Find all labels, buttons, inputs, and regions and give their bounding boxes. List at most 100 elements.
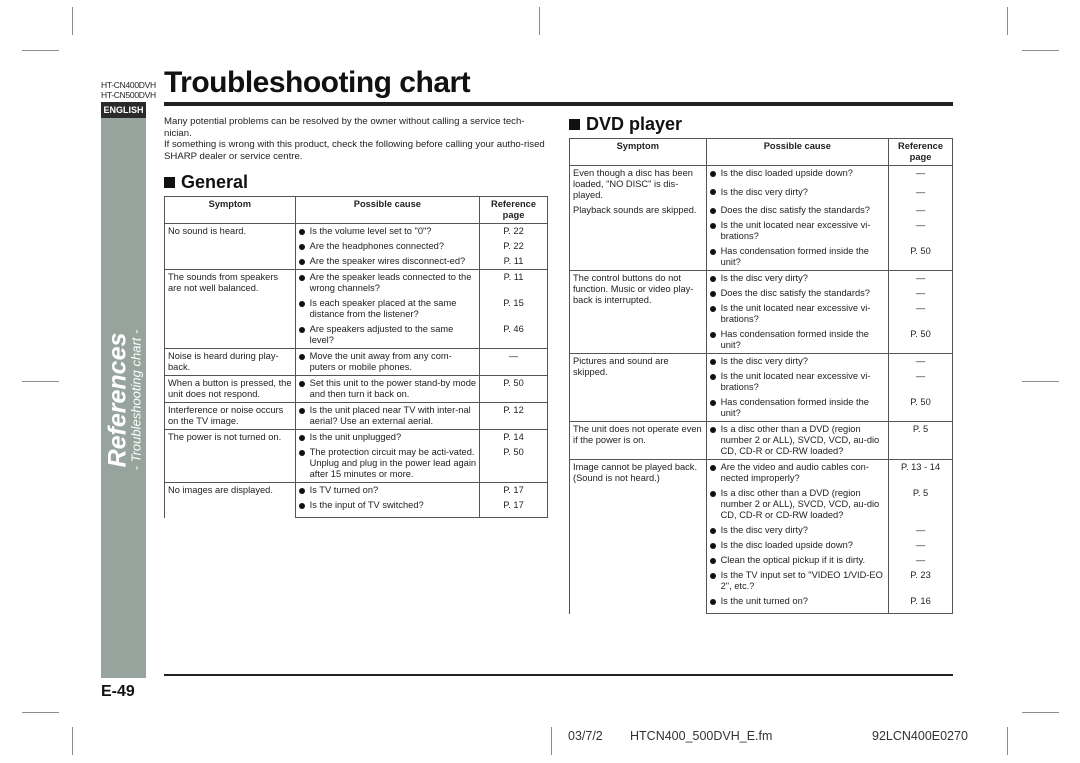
- footer-code: 92LCN400E0270: [872, 729, 968, 743]
- cause-text: Has condensation formed inside the unit?: [720, 329, 869, 350]
- cause-cell: Clean the optical pickup if it is dirty.: [705, 553, 890, 568]
- cause-cell: Is each speaker placed at the same dista…: [294, 296, 481, 322]
- symptom-cell: Noise is heard during play-back.: [164, 348, 296, 376]
- model-name: HT-CN400DVH: [101, 80, 156, 90]
- bullet-icon: [298, 502, 305, 509]
- symptom-cell: No images are displayed.: [164, 482, 296, 518]
- crop-mark: [22, 50, 59, 51]
- page-number: E-49: [101, 683, 135, 700]
- symptom-cell: The power is not turned on.: [164, 429, 296, 483]
- cause-text: Is the unit located near excessive vi-br…: [720, 303, 871, 324]
- table-row: Even though a disc has been loaded, "NO …: [569, 164, 953, 203]
- symptom-cell: Even though a disc has been loaded, "NO …: [569, 165, 707, 203]
- title-rule: [164, 102, 953, 106]
- symptom-cell: When a button is pressed, the unit does …: [164, 375, 296, 403]
- cause-text: Is the unit turned on?: [720, 596, 808, 606]
- general-troubleshooting-table: Symptom Possible cause Reference page No…: [164, 196, 548, 518]
- reference-page-cell: —: [888, 523, 953, 538]
- cause-cell: Has condensation formed inside the unit?: [705, 395, 890, 422]
- cause-text: Is a disc other than a DVD (region numbe…: [720, 488, 880, 520]
- table-row: The unit does not operate even if the po…: [569, 421, 953, 460]
- cause-cell: Are the speaker wires disconnect-ed?: [294, 254, 481, 270]
- reference-page-cell: —: [888, 353, 953, 369]
- cause-text: Does the disc satisfy the standards?: [720, 205, 870, 215]
- bullet-icon: [298, 407, 305, 414]
- footer-rule: [164, 674, 953, 676]
- cause-cell: Is a disc other than a DVD (region numbe…: [705, 486, 890, 523]
- reference-page-cell: —: [888, 218, 953, 244]
- cause-cell: Does the disc satisfy the standards?: [705, 203, 890, 218]
- intro-paragraph: If something is wrong with this product,…: [164, 139, 545, 162]
- reference-page-cell: P. 13 - 14: [888, 459, 953, 486]
- cause-text: Is the unit placed near TV with inter-na…: [309, 405, 471, 426]
- table-row: No images are displayed. Is TV turned on?…: [164, 482, 548, 518]
- dvd-heading-text: DVD player: [586, 114, 683, 134]
- bullet-icon: [709, 305, 716, 312]
- bullet-icon: [709, 572, 716, 579]
- crop-mark: [539, 7, 540, 35]
- cause-text: Move the unit away from any com-puters o…: [309, 351, 452, 372]
- cause-cell: Is the unit located near excessive vi-br…: [705, 218, 890, 244]
- cause-cell: Has condensation formed inside the unit?: [705, 244, 890, 271]
- cause-text: Is TV turned on?: [309, 485, 379, 495]
- bullet-icon: [298, 258, 305, 265]
- reference-page-cell: P. 50: [888, 244, 953, 271]
- cause-text: Clean the optical pickup if it is dirty.: [720, 555, 866, 565]
- symptom-cell: The unit does not operate even if the po…: [569, 421, 707, 460]
- cause-cell: Is the unit located near excessive vi-br…: [705, 369, 890, 395]
- bullet-icon: [709, 222, 716, 229]
- cause-text: Is the disc loaded upside down?: [720, 540, 853, 550]
- reference-page-cell: —: [888, 538, 953, 553]
- cause-cell: Is the disc very dirty?: [705, 184, 890, 203]
- bullet-icon: [709, 542, 716, 549]
- bullet-icon: [298, 487, 305, 494]
- page-title: Troubleshooting chart: [164, 66, 471, 99]
- cause-text: Is the TV input set to "VIDEO 1/VID-EO 2…: [720, 570, 883, 591]
- column-header-reference: Reference page: [479, 196, 548, 224]
- general-heading-text: General: [181, 172, 249, 192]
- bullet-icon: [709, 290, 716, 297]
- cause-cell: Does the disc satisfy the standards?: [705, 286, 890, 301]
- crop-mark: [1022, 712, 1059, 713]
- reference-page-cell: —: [888, 184, 953, 203]
- table-row: Noise is heard during play-back. Move the…: [164, 348, 548, 376]
- bullet-icon: [709, 248, 716, 255]
- cause-cell: Is the TV input set to "VIDEO 1/VID-EO 2…: [705, 568, 890, 594]
- general-heading: General: [164, 172, 248, 193]
- reference-page-cell: P. 22: [479, 239, 548, 254]
- bullet-icon: [709, 426, 716, 433]
- bullet-icon: [709, 189, 716, 196]
- cause-text: Is the unit located near excessive vi-br…: [720, 371, 871, 392]
- bullet-icon: [298, 434, 305, 441]
- table-row: Playback sounds are skipped. Does the dis…: [569, 203, 953, 271]
- bullet-icon: [298, 274, 305, 281]
- cause-cell: Are the headphones connected?: [294, 239, 481, 254]
- crop-mark: [1007, 727, 1008, 755]
- reference-page-cell: —: [888, 369, 953, 395]
- bullet-icon: [709, 170, 716, 177]
- cause-text: Are the headphones connected?: [309, 241, 445, 251]
- cause-text: Is the input of TV switched?: [309, 500, 424, 510]
- crop-mark: [72, 727, 73, 755]
- bullet-icon: [709, 207, 716, 214]
- table-row: When a button is pressed, the unit does …: [164, 375, 548, 403]
- bullet-icon: [709, 464, 716, 471]
- model-names: HT-CN400DVH HT-CN500DVH: [101, 80, 156, 100]
- cause-cell: Is the unit turned on?: [705, 594, 890, 614]
- bullet-icon: [298, 228, 305, 235]
- bullet-icon: [298, 449, 305, 456]
- crop-mark: [1022, 50, 1059, 51]
- cause-cell: Move the unit away from any com-puters o…: [294, 348, 481, 376]
- intro-text: Many potential problems can be resolved …: [164, 116, 550, 162]
- table-row: Interference or noise occurs on the TV i…: [164, 402, 548, 430]
- model-name: HT-CN500DVH: [101, 90, 156, 100]
- square-bullet-icon: [164, 177, 175, 188]
- reference-page-cell: P. 50: [888, 327, 953, 354]
- reference-page-cell: P. 5: [888, 421, 953, 460]
- reference-page-cell: P. 14: [479, 429, 548, 445]
- symptom-cell: The control buttons do not function. Mus…: [569, 270, 707, 354]
- dvd-heading: DVD player: [569, 114, 682, 135]
- bullet-icon: [709, 527, 716, 534]
- reference-page-cell: —: [888, 164, 953, 185]
- reference-page-cell: —: [888, 286, 953, 301]
